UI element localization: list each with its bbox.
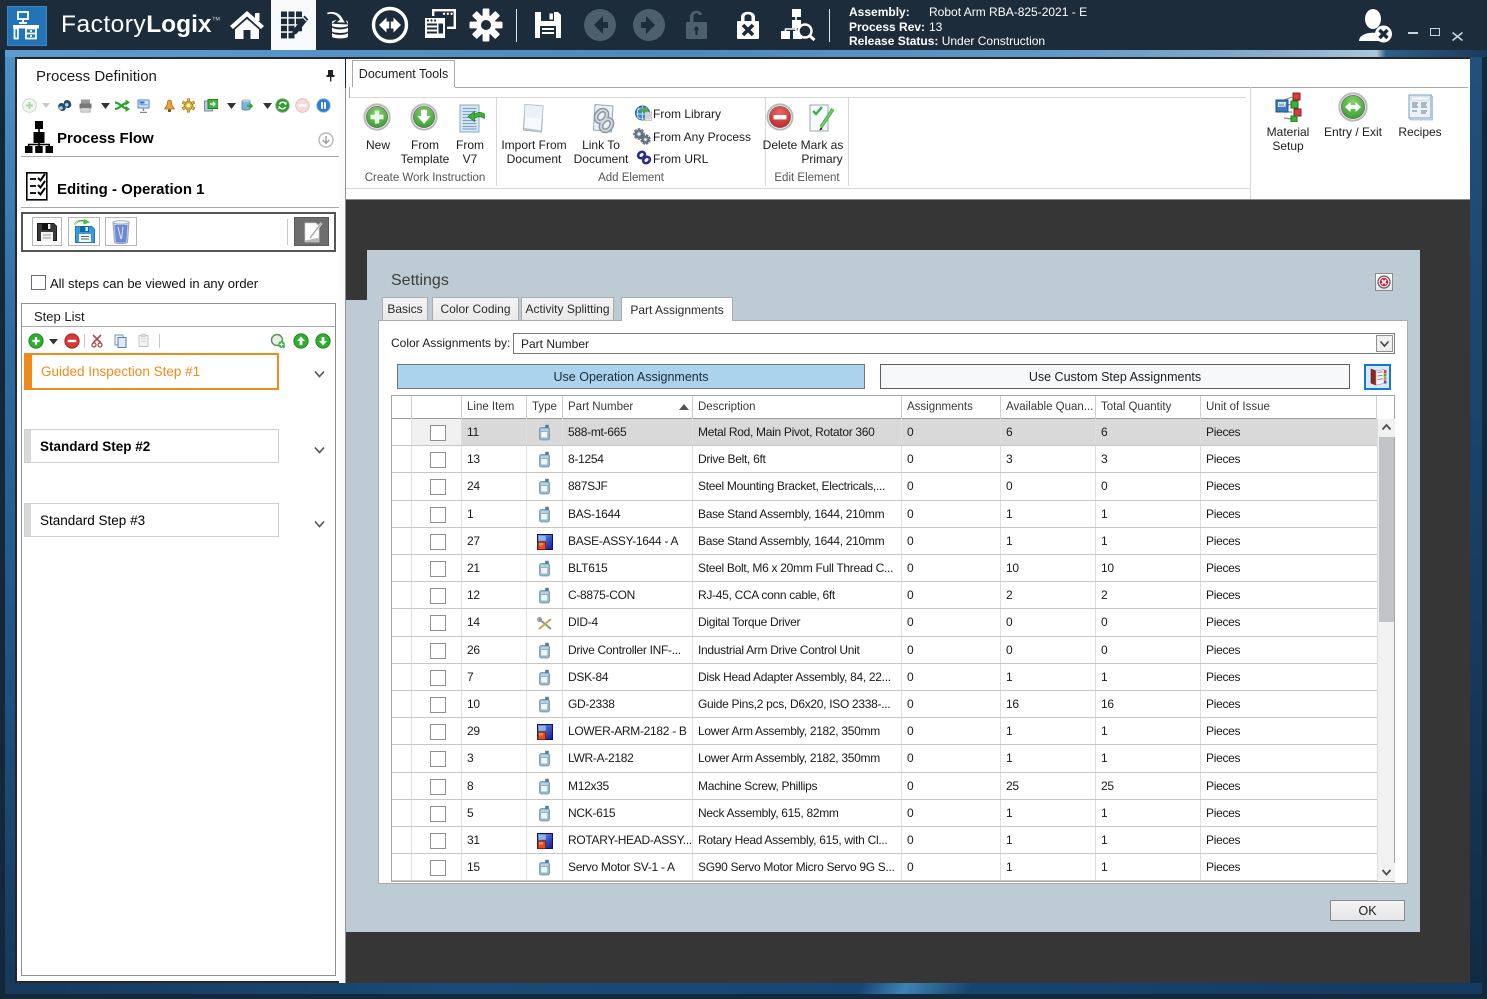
svg-text:WU: WU: [1279, 103, 1287, 108]
